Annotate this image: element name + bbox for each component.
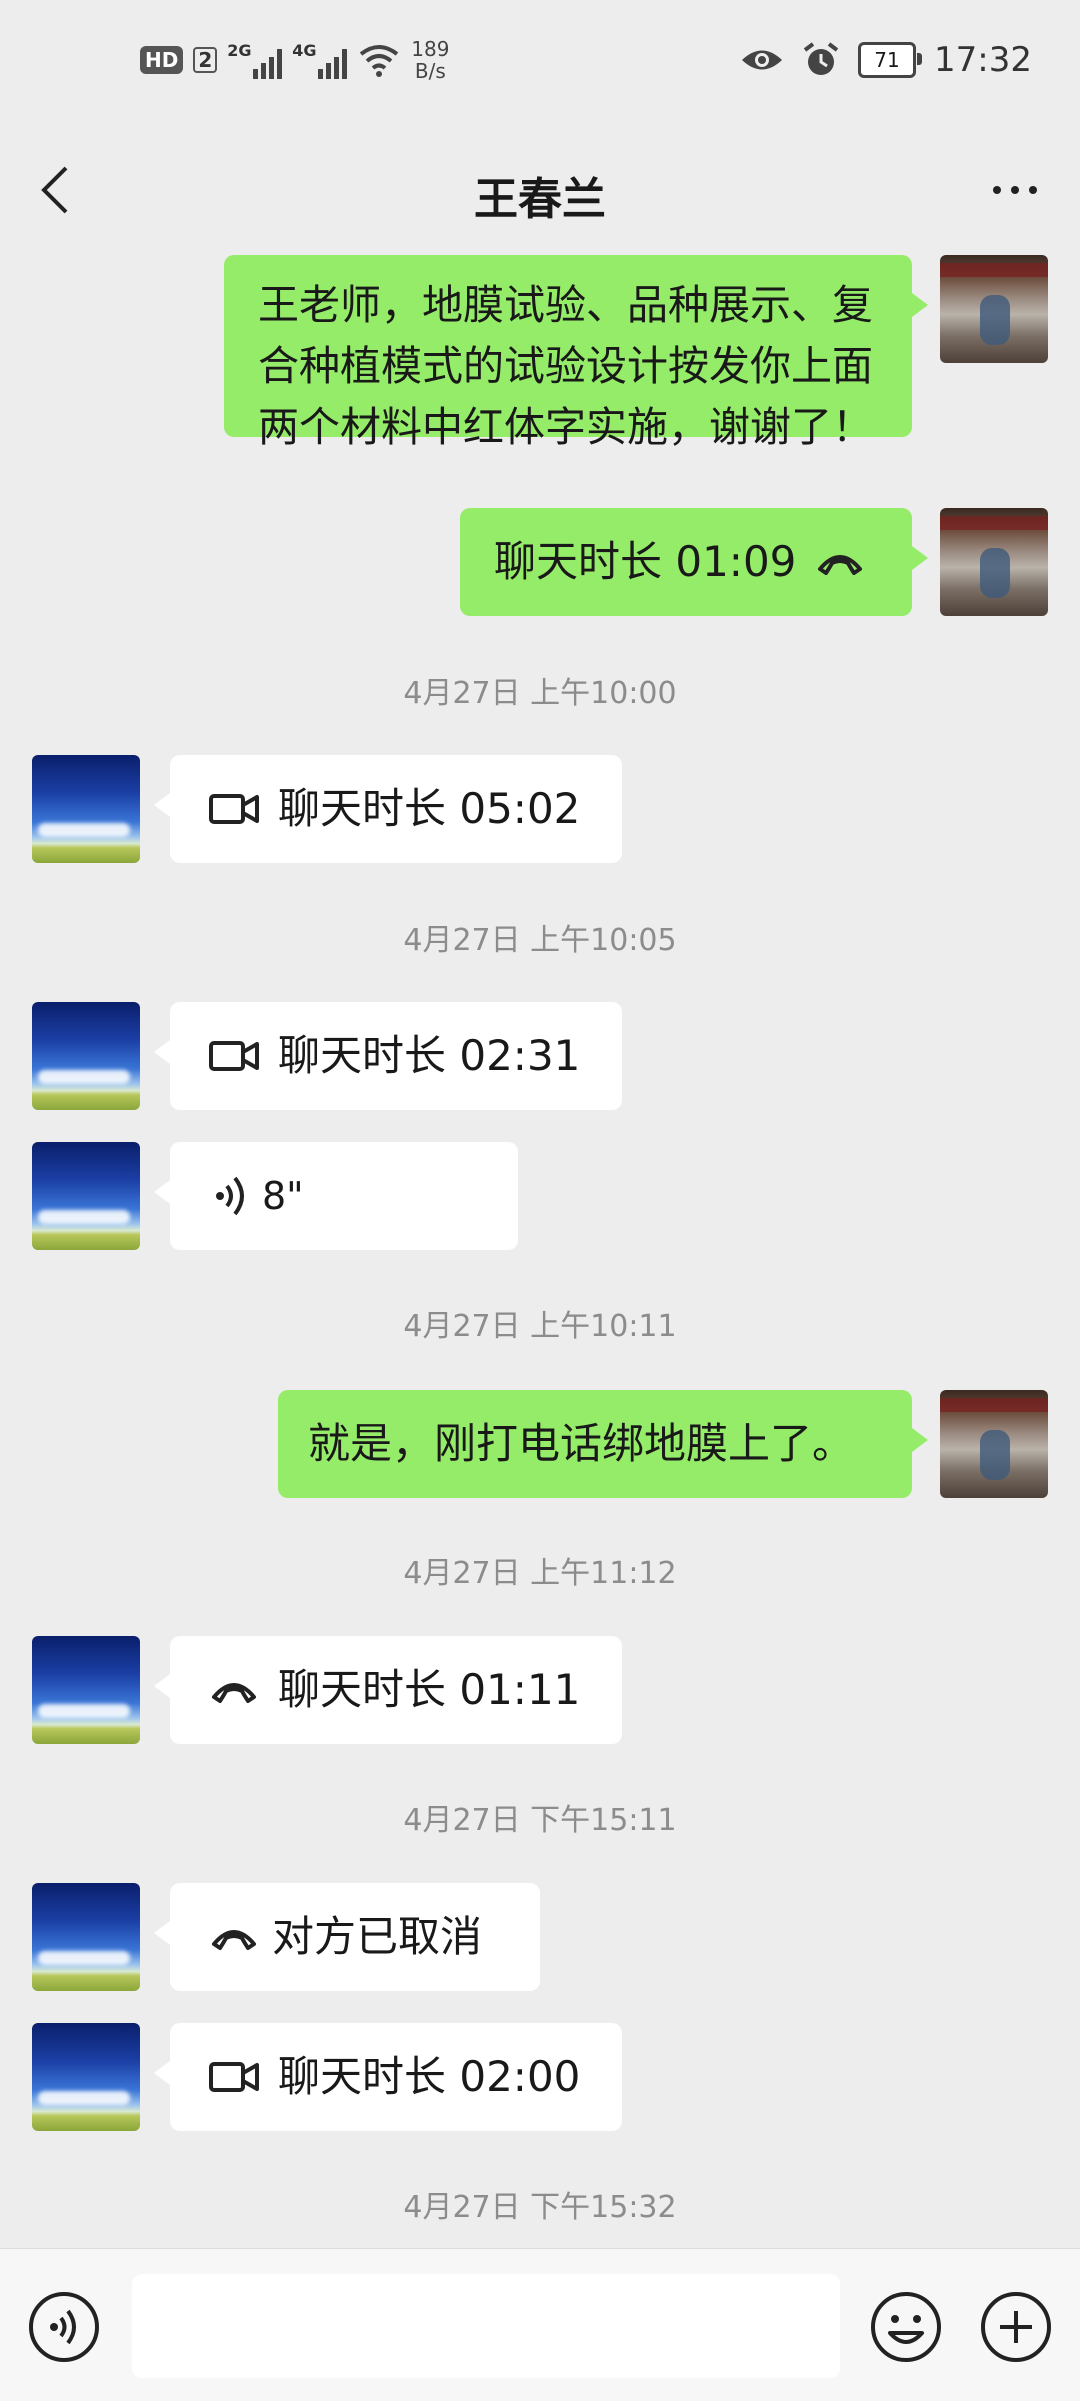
voice-duration: 8": [262, 1174, 304, 1218]
emoji-icon: [871, 2292, 941, 2362]
more-dot: [1011, 186, 1019, 194]
more-options-button[interactable]: [980, 160, 1050, 220]
message-bubble-self[interactable]: 聊天时长 01:09: [460, 508, 928, 616]
network-speed-value: 189: [411, 37, 450, 61]
avatar[interactable]: [940, 255, 1048, 363]
avatar[interactable]: [32, 1002, 140, 1110]
wifi-icon: [360, 45, 399, 77]
phone-icon: [212, 1930, 256, 1950]
message-text: 聊天时长 02:00: [278, 2052, 581, 2101]
avatar[interactable]: [32, 1636, 140, 1744]
video-icon: [209, 2062, 259, 2092]
timestamp: 4月27日 上午10:11: [403, 1309, 677, 1344]
voice-input-button[interactable]: [28, 2291, 100, 2363]
eye-icon: [742, 50, 783, 70]
avatar[interactable]: [32, 1883, 140, 1991]
alarm-icon: [803, 42, 839, 75]
sim-indicator: 2: [193, 47, 218, 73]
emoji-button[interactable]: [870, 2291, 942, 2363]
message-text: 聊天时长 01:11: [278, 1665, 581, 1714]
message-bubble-other[interactable]: 聊天时长 05:02: [154, 755, 622, 863]
message-bubble-self[interactable]: 王老师，地膜试验、品种展示、复合种植模式的试验设计按发你上面两个材料中红体字实施…: [224, 255, 928, 451]
avatar[interactable]: [940, 508, 1048, 616]
plus-icon: [981, 2292, 1051, 2362]
avatar[interactable]: [32, 1142, 140, 1250]
message-text: 就是，刚打电话绑地膜上了。: [308, 1419, 855, 1468]
message-text: 聊天时长 01:09: [494, 537, 797, 586]
message-bubble-other[interactable]: 聊天时长 02:00: [154, 2023, 622, 2131]
status-right: 71 17:32: [740, 40, 1032, 80]
timestamp: 4月27日 上午10:00: [403, 676, 677, 711]
timestamp: 4月27日 下午15:11: [403, 1803, 677, 1838]
avatar[interactable]: [32, 755, 140, 863]
network-speed: 189 B/s: [411, 38, 449, 82]
avatar[interactable]: [940, 1390, 1048, 1498]
timestamp: 4月27日 上午11:12: [403, 1556, 677, 1591]
message-bubble-other[interactable]: 对方已取消: [154, 1883, 540, 1991]
message-bubble-self[interactable]: 就是，刚打电话绑地膜上了。: [278, 1390, 928, 1498]
network-type-label: 4G: [292, 41, 317, 60]
more-dot: [993, 186, 1001, 194]
network-speed-unit: B/s: [414, 59, 446, 83]
voice-icon: [29, 2292, 99, 2362]
more-functions-button[interactable]: [980, 2291, 1052, 2363]
video-icon: [209, 794, 259, 824]
message-bubble-other[interactable]: 聊天时长 02:31: [154, 1002, 622, 1110]
message-text: 王老师，地膜试验、品种展示、复合种植模式的试验设计按发你上面两个材料中红体字实施…: [258, 281, 873, 451]
message-bubble-other[interactable]: 聊天时长 01:11: [154, 1636, 622, 1744]
battery-level: 71: [874, 48, 900, 72]
status-time: 17:32: [934, 40, 1032, 80]
status-left: HD 2 2G 4G 189 B/s: [140, 38, 449, 82]
voice-wave-icon: [216, 1176, 244, 1216]
avatar[interactable]: [32, 2023, 140, 2131]
more-dot: [1029, 186, 1037, 194]
message-text: 聊天时长 02:31: [278, 1031, 581, 1080]
signal-icon: 4G: [292, 41, 348, 79]
timestamp: 4月27日 下午15:32: [403, 2190, 677, 2225]
video-icon: [209, 1041, 259, 1071]
voice-message-bubble[interactable]: 8": [154, 1142, 518, 1250]
hd-badge: HD: [140, 46, 184, 74]
message-input[interactable]: [132, 2274, 840, 2378]
message-text: 聊天时长 05:02: [278, 784, 581, 833]
input-bar: [0, 2248, 1080, 2401]
battery-icon: 71: [858, 42, 923, 78]
phone-icon: [818, 555, 863, 575]
page-title: 王春兰: [474, 174, 606, 225]
network-type-label: 2G: [227, 41, 252, 60]
phone-icon: [212, 1683, 256, 1703]
signal-icon: 2G: [227, 41, 283, 79]
timestamp: 4月27日 上午10:05: [403, 923, 677, 958]
message-text: 对方已取消: [272, 1912, 483, 1961]
title-bar: 王春兰: [0, 135, 1080, 245]
status-bar: HD 2 2G 4G 189 B/s 71 17:32: [0, 0, 1080, 135]
